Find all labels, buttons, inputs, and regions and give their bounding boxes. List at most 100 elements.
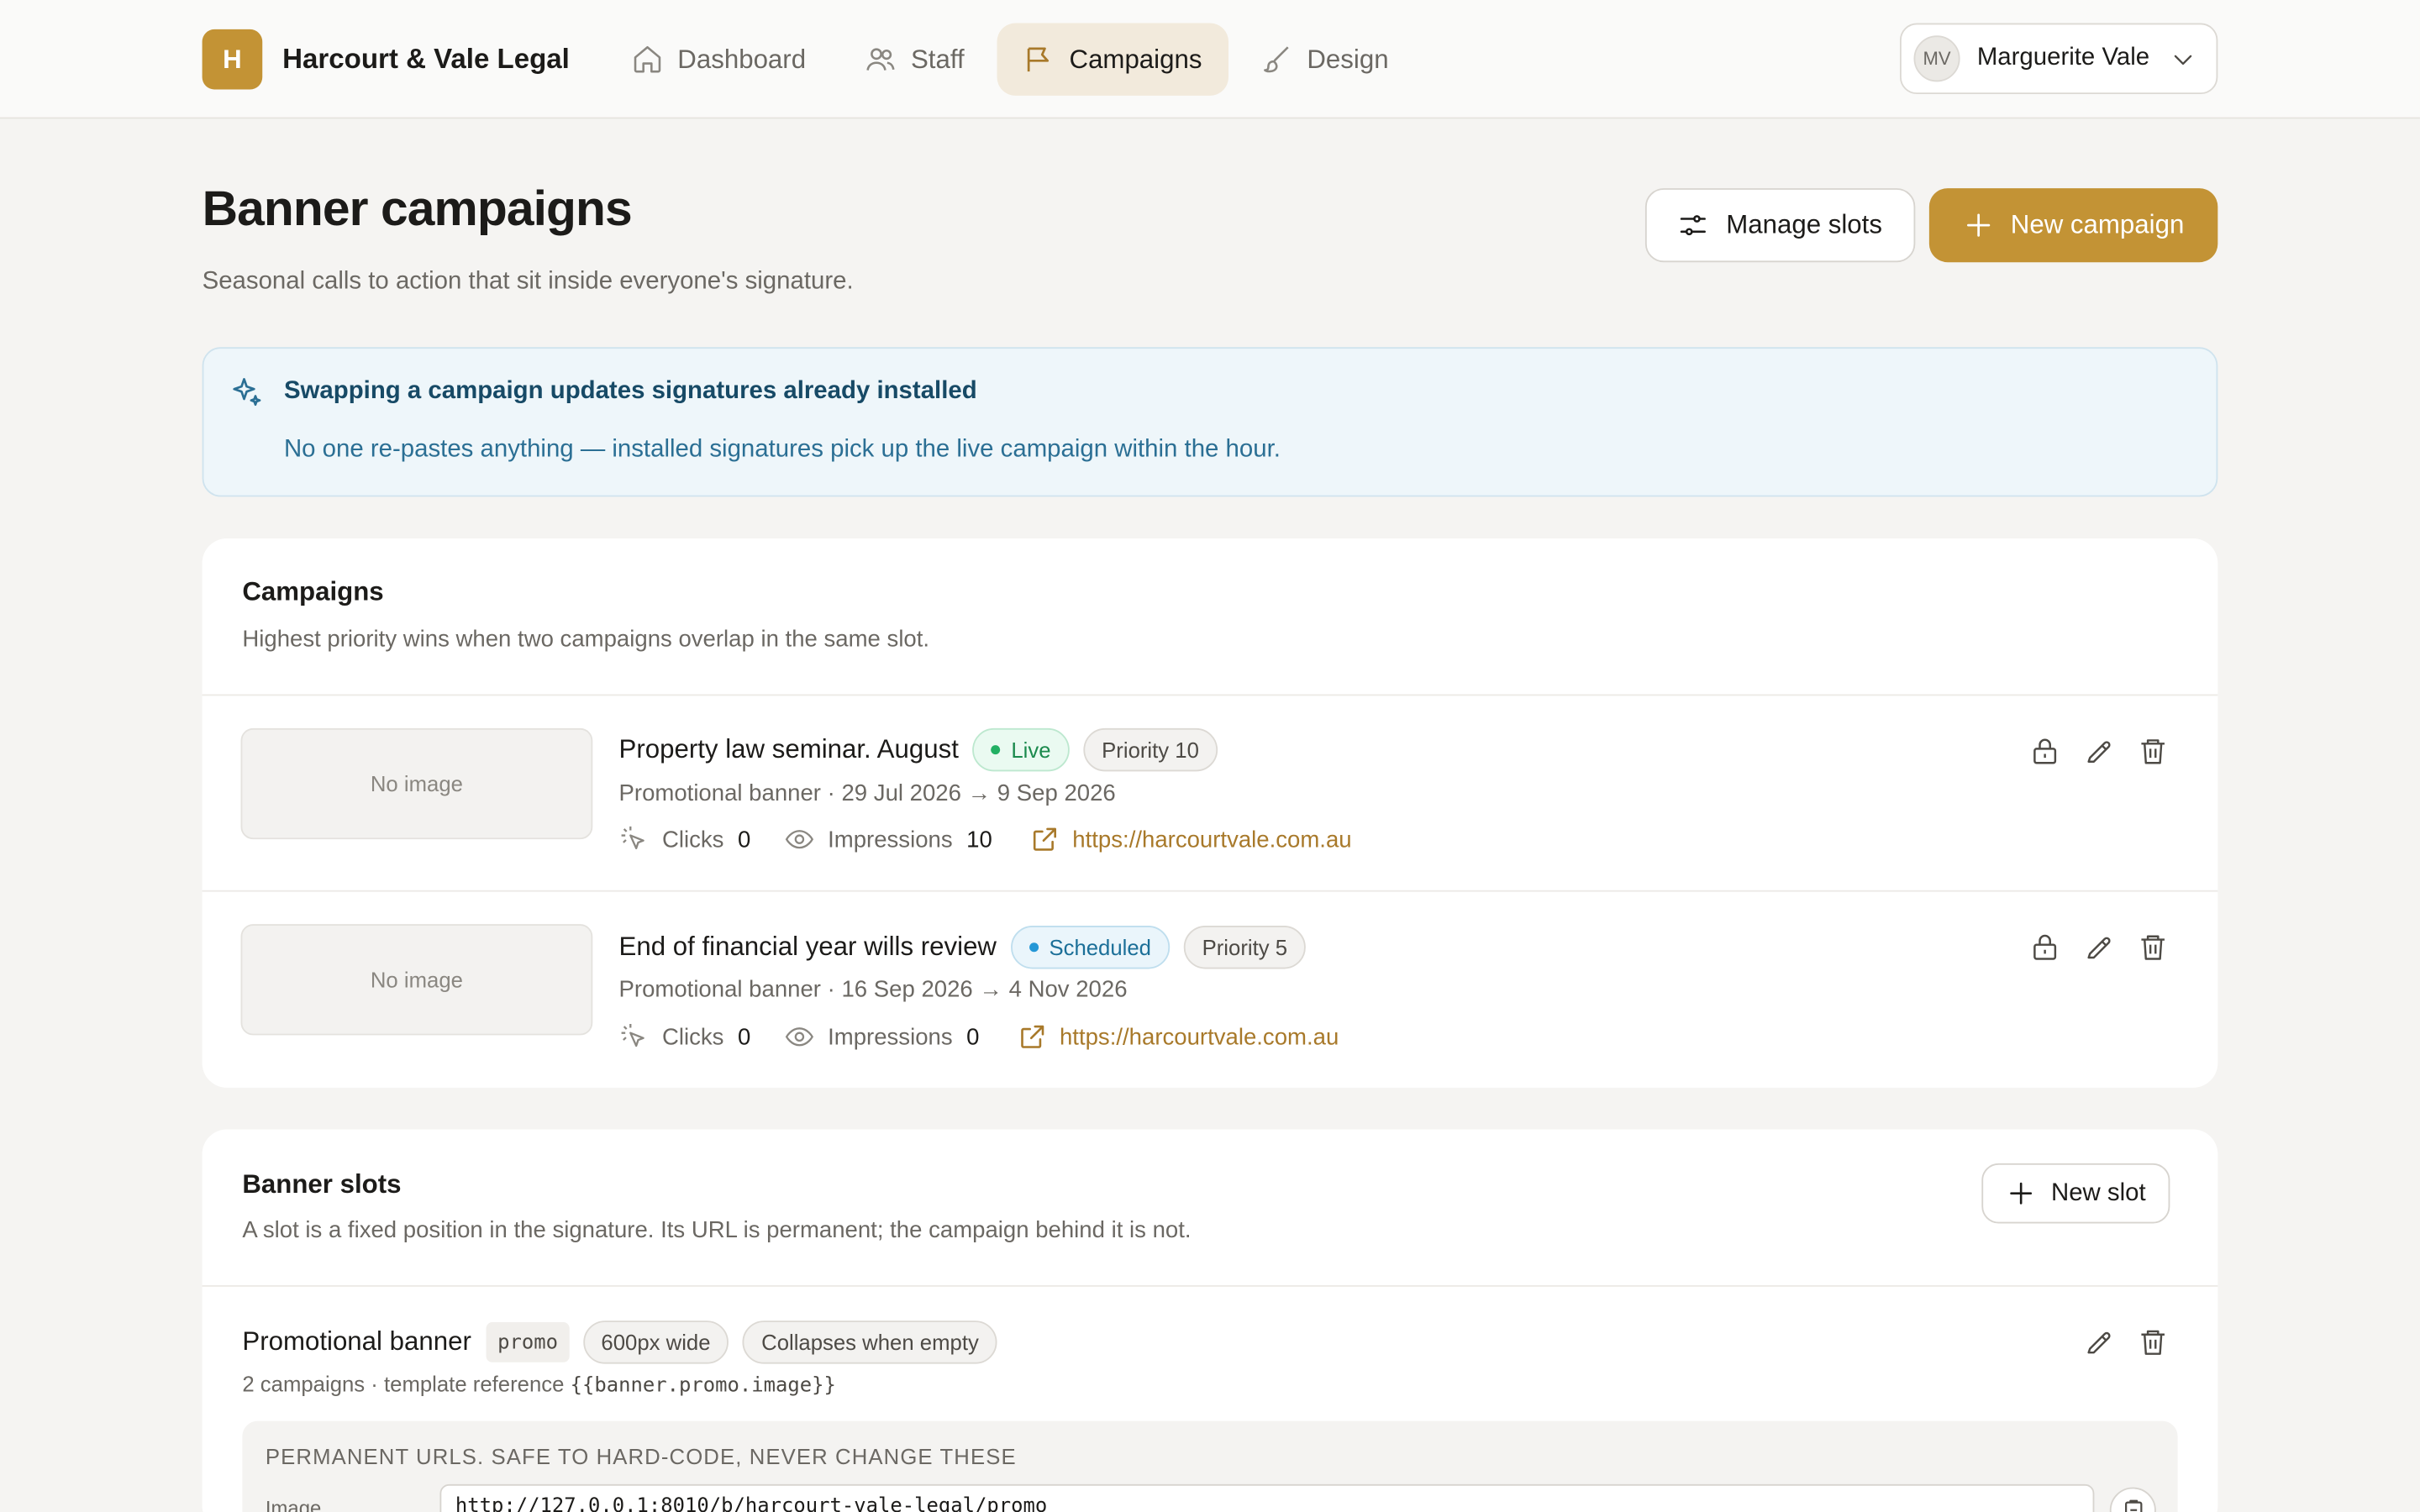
- meta-separator: ·: [820, 976, 842, 1003]
- lock-icon[interactable]: [2029, 736, 2060, 767]
- campaign-name[interactable]: End of financial year wills review: [619, 932, 997, 963]
- permanent-urls-panel: PERMANENT URLS. SAFE TO HARD-CODE, NEVER…: [242, 1420, 2178, 1512]
- new-slot-label: New slot: [2050, 1179, 2146, 1206]
- urls-heading: PERMANENT URLS. SAFE TO HARD-CODE, NEVER…: [265, 1444, 1017, 1469]
- info-title: Swapping a campaign updates signatures a…: [283, 377, 977, 405]
- copy-button[interactable]: [2109, 1487, 2156, 1512]
- campaigns-card: Campaigns Highest priority wins when two…: [202, 538, 2218, 1088]
- clicks-label: Clicks: [661, 1023, 724, 1050]
- campaign-url[interactable]: https://harcourtvale.com.au: [1060, 1024, 1339, 1050]
- impressions-value: 0: [966, 1023, 980, 1050]
- page-subtitle: Seasonal calls to action that sit inside…: [202, 268, 854, 295]
- status-dot: [991, 745, 1001, 755]
- slot-meta-text: 2 campaigns · template reference: [242, 1371, 571, 1397]
- priority-badge: Priority 10: [1083, 727, 1218, 772]
- priority-badge: Priority 5: [1183, 926, 1307, 969]
- slot-behavior-badge: Collapses when empty: [743, 1320, 997, 1364]
- plus-icon: [1966, 213, 1990, 237]
- page-title: Banner campaigns: [202, 180, 633, 237]
- top-bar: H Harcourt & Vale Legal Dashboard Staff …: [0, 0, 2420, 119]
- slot-key-tag: promo: [487, 1322, 569, 1362]
- edit-icon[interactable]: [2084, 736, 2115, 767]
- users-icon: [866, 48, 895, 71]
- slot-width-badge: 600px wide: [582, 1320, 729, 1364]
- edit-icon[interactable]: [2084, 932, 2115, 963]
- nav-item-dashboard[interactable]: Dashboard: [605, 24, 832, 96]
- campaign-dates: 16 Sep 2026 → 4 Nov 2026: [841, 976, 1128, 1003]
- impressions-label: Impressions: [828, 1023, 953, 1050]
- manage-slots-button[interactable]: Manage slots: [1644, 188, 1916, 263]
- campaign-stats: Clicks 0 Impressions 10 https://harcourtva…: [619, 824, 1352, 855]
- eye-icon: [786, 830, 814, 849]
- campaign-title-row: Property law seminar. August Live Priori…: [619, 727, 1218, 772]
- impressions-stat: Impressions 10: [785, 824, 992, 855]
- clicks-label: Clicks: [661, 826, 724, 853]
- impressions-label: Impressions: [828, 826, 953, 853]
- manage-slots-label: Manage slots: [1726, 209, 1882, 239]
- page: H Harcourt & Vale Legal Dashboard Staff …: [0, 0, 2420, 1512]
- nav-item-design[interactable]: Design: [1234, 24, 1415, 96]
- nav-label: Design: [1307, 44, 1389, 74]
- campaign-name[interactable]: Property law seminar. August: [619, 734, 959, 765]
- banner-slots-card: Banner slots A slot is a fixed position …: [202, 1129, 2218, 1512]
- external-link-icon: [1033, 827, 1056, 851]
- info-body: No one re-pastes anything — installed si…: [283, 436, 1281, 464]
- new-campaign-button[interactable]: New campaign: [1928, 188, 2218, 263]
- status-dot: [1028, 942, 1039, 953]
- clicks-value: 0: [737, 826, 751, 853]
- home-icon: [634, 45, 661, 73]
- clicks-stat: Clicks 0: [619, 824, 751, 855]
- avatar: MV: [1913, 35, 1960, 82]
- status-badge: Scheduled: [1010, 926, 1171, 969]
- nav-item-campaigns[interactable]: Campaigns: [997, 23, 1228, 96]
- image-url-field[interactable]: http://127.0.0.1:8010/b/harcourt-vale-le…: [439, 1483, 2095, 1512]
- campaign-thumbnail: No image: [240, 924, 593, 1036]
- nav-item-staff[interactable]: Staff: [839, 24, 991, 96]
- slots-subtitle: A slot is a fixed position in the signat…: [242, 1217, 1192, 1244]
- campaign-url[interactable]: https://harcourtvale.com.au: [1072, 827, 1351, 853]
- lock-icon[interactable]: [2029, 932, 2060, 963]
- impressions-value: 10: [966, 826, 992, 853]
- brush-icon: [1263, 46, 1289, 73]
- impressions-stat: Impressions 0: [785, 1021, 980, 1053]
- campaign-slot: Promotional banner: [618, 976, 821, 1003]
- meta-separator: ·: [820, 780, 842, 807]
- slot-reference: {{banner.promo.image}}: [570, 1374, 836, 1399]
- campaign-link[interactable]: https://harcourtvale.com.au: [1017, 1021, 1339, 1053]
- status-label: Scheduled: [1049, 935, 1151, 960]
- nav-label: Campaigns: [1069, 44, 1202, 74]
- campaign-slot: Promotional banner: [618, 780, 821, 807]
- plus-icon: [2010, 1182, 2033, 1205]
- brand[interactable]: H Harcourt & Vale Legal: [202, 29, 570, 90]
- edit-icon[interactable]: [2084, 1327, 2115, 1358]
- new-campaign-label: New campaign: [2010, 209, 2185, 239]
- new-slot-button[interactable]: New slot: [1981, 1163, 2171, 1224]
- trash-icon[interactable]: [2138, 1327, 2169, 1358]
- campaign-dates: 29 Jul 2026 → 9 Sep 2026: [841, 780, 1116, 807]
- brand-logo: H: [202, 29, 263, 90]
- external-link-icon: [1020, 1025, 1044, 1048]
- user-name: Marguerite Vale: [1976, 45, 2150, 71]
- clicks-value: 0: [737, 1023, 751, 1050]
- cursor-click-icon: [621, 826, 644, 850]
- status-label: Live: [1011, 737, 1051, 763]
- brand-name: Harcourt & Vale Legal: [282, 43, 570, 75]
- status-badge: Live: [972, 727, 1070, 772]
- flag-icon: [1027, 47, 1049, 72]
- slot-actions: [2060, 1327, 2169, 1358]
- trash-icon[interactable]: [2138, 736, 2169, 767]
- divider: [202, 890, 2218, 892]
- divider: [202, 1284, 2218, 1287]
- slot-name: Promotional banner: [242, 1326, 471, 1357]
- slot-meta: 2 campaigns · template reference {{banne…: [242, 1372, 835, 1398]
- user-menu[interactable]: MV Marguerite Vale: [1899, 23, 2218, 95]
- cursor-click-icon: [621, 1023, 644, 1047]
- campaign-link[interactable]: https://harcourtvale.com.au: [1029, 824, 1352, 855]
- campaign-title-row: End of financial year wills review Sched…: [619, 926, 1307, 969]
- trash-icon[interactable]: [2138, 932, 2169, 963]
- sparkle-icon: [233, 378, 261, 407]
- campaign-meta: Promotional banner · 16 Sep 2026 → 4 Nov…: [619, 977, 1128, 1003]
- campaign-actions: [2007, 932, 2169, 963]
- campaign-actions: [2007, 736, 2169, 767]
- campaign-thumbnail: No image: [240, 727, 593, 840]
